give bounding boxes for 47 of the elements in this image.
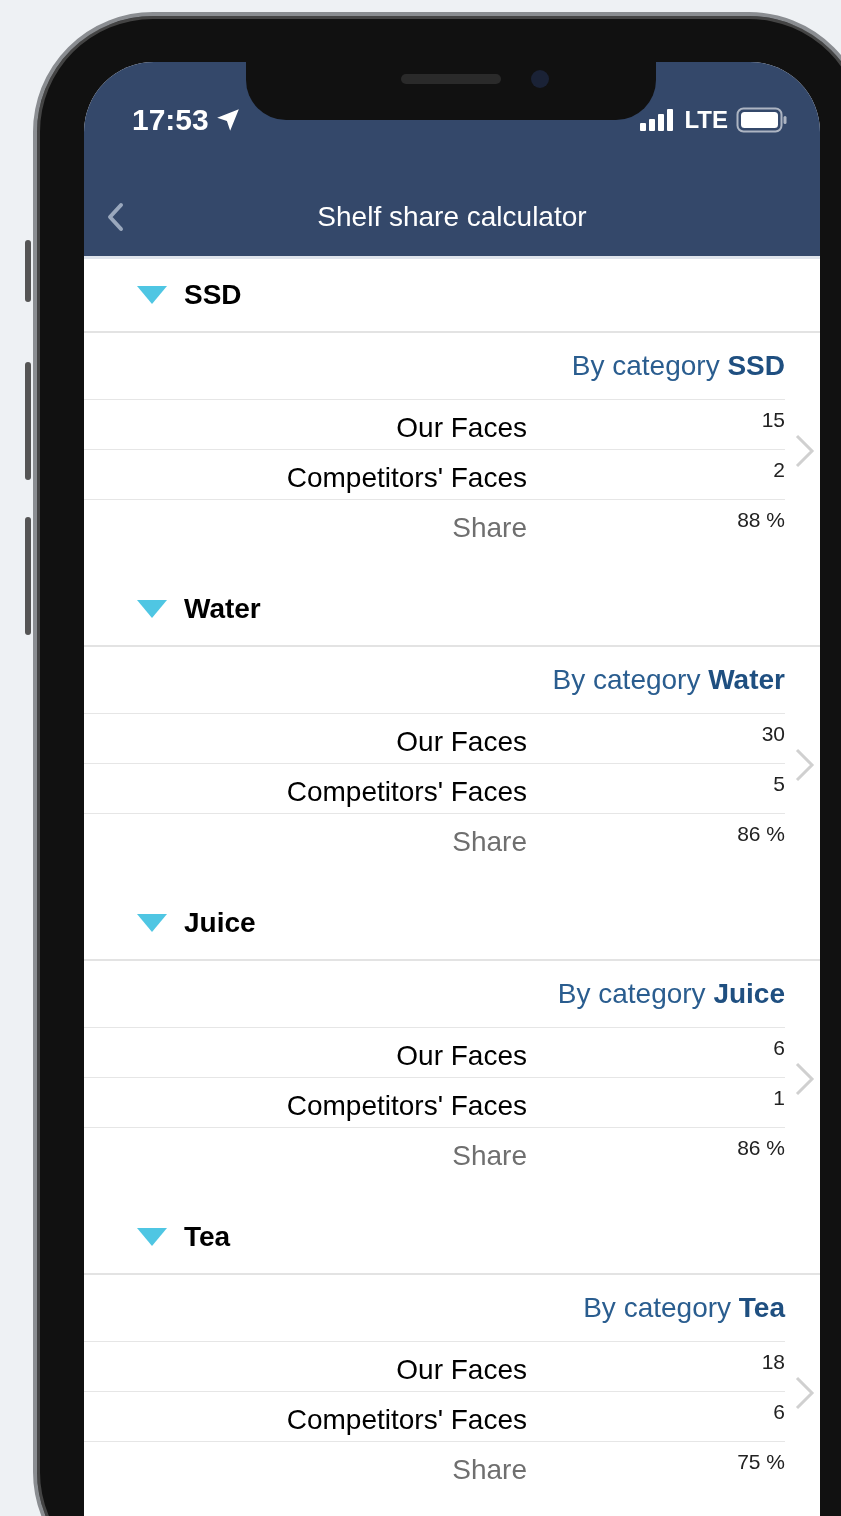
category-name[interactable]: Tea (184, 1221, 231, 1253)
category-name[interactable]: SSD (184, 279, 242, 311)
row-label: Share (451, 824, 527, 858)
row-value: 86 % (736, 1135, 785, 1160)
row-value: 1 (772, 1085, 785, 1110)
status-time: 17:53 (132, 103, 209, 137)
row-value: 5 (772, 771, 785, 796)
row-value: 86 % (736, 821, 785, 846)
chevron-icon[interactable] (794, 433, 816, 469)
row-value: 6 (772, 1399, 785, 1424)
category-heading: By category Juice (557, 978, 785, 1010)
row-value: 15 (760, 407, 785, 432)
row-label: Our Faces (395, 724, 527, 758)
chevron-icon[interactable] (794, 747, 816, 783)
category-heading: By category Water (552, 664, 785, 696)
back-icon[interactable] (106, 202, 124, 232)
expand-triangle-icon[interactable] (136, 1227, 168, 1247)
row-value: 30 (760, 721, 785, 746)
row-value: 18 (760, 1349, 785, 1374)
row-label: Our Faces (395, 410, 527, 444)
chevron-icon[interactable] (794, 1061, 816, 1097)
camera-icon (531, 70, 549, 88)
row-value: 6 (772, 1035, 785, 1060)
row-label: Competitors' Faces (285, 460, 527, 494)
category-heading: By category Tea (583, 1292, 785, 1324)
row-label: Share (451, 510, 527, 544)
row-value: 2 (772, 457, 785, 482)
expand-triangle-icon[interactable] (136, 599, 168, 619)
row-label: Competitors' Faces (285, 1088, 527, 1122)
expand-triangle-icon[interactable] (136, 285, 168, 305)
category-heading: By category SSD (571, 350, 785, 382)
row-label: Our Faces (395, 1352, 527, 1386)
row-value: 88 % (736, 507, 785, 532)
row-label: Share (451, 1452, 527, 1486)
row-label: Our Faces (395, 1038, 527, 1072)
row-label: Competitors' Faces (285, 1402, 527, 1436)
network-label: LTE (684, 106, 728, 134)
expand-triangle-icon[interactable] (136, 913, 168, 933)
category-name[interactable]: Juice (184, 907, 256, 939)
screen-title: Shelf share calculator (317, 201, 587, 233)
speaker-icon (401, 74, 501, 84)
battery-icon (736, 107, 788, 133)
row-label: Competitors' Faces (285, 774, 527, 808)
row-value: 75 % (736, 1449, 785, 1474)
row-label: Share (451, 1138, 527, 1172)
chevron-icon[interactable] (794, 1375, 816, 1411)
category-name[interactable]: Water (184, 593, 261, 625)
